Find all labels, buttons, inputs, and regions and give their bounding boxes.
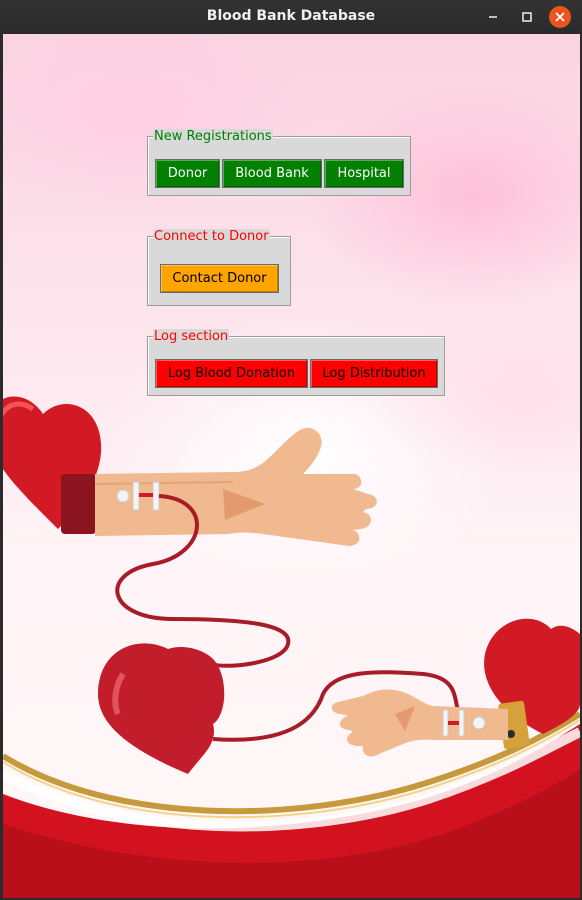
new-registrations-frame: New Registrations Donor Blood Bank Hospi… <box>147 129 411 196</box>
contact-donor-button[interactable]: Contact Donor <box>160 264 279 293</box>
log-distribution-button[interactable]: Log Distribution <box>310 359 438 388</box>
connect-to-donor-frame: Connect to Donor Contact Donor <box>147 229 291 306</box>
log-section-legend: Log section <box>153 329 230 345</box>
close-icon[interactable] <box>549 6 571 28</box>
main-canvas: New Registrations Donor Blood Bank Hospi… <box>3 34 580 898</box>
log-section-frame: Log section Log Blood Donation Log Distr… <box>147 329 445 396</box>
connect-to-donor-legend: Connect to Donor <box>153 229 270 245</box>
app-window: Blood Bank Database New Registrations Do… <box>0 0 582 900</box>
maximize-icon[interactable] <box>516 6 538 28</box>
minimize-icon[interactable] <box>482 6 504 28</box>
blood-bank-button[interactable]: Blood Bank <box>222 159 322 188</box>
title-bar[interactable]: Blood Bank Database <box>0 0 582 34</box>
hospital-button[interactable]: Hospital <box>324 159 404 188</box>
log-blood-donation-button[interactable]: Log Blood Donation <box>155 359 308 388</box>
donor-button[interactable]: Donor <box>155 159 220 188</box>
new-registrations-legend: New Registrations <box>153 129 273 145</box>
